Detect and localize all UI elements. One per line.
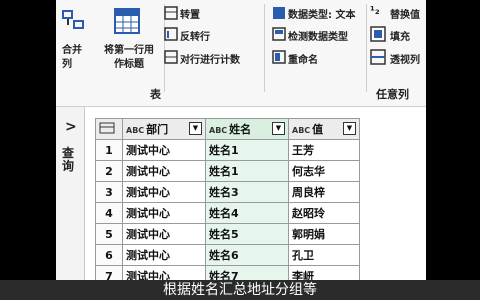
queries-pane[interactable]: > 查询 [56,107,85,280]
ribbon-separator [264,4,265,92]
row-number[interactable]: 3 [95,181,123,203]
cell-value[interactable]: 周良梓 [288,181,360,203]
cell-name[interactable]: 姓名1 [205,160,289,182]
expand-chevron-icon[interactable]: > [65,119,77,135]
cell-dept[interactable]: 测试中心 [122,202,206,224]
reverse-rows-icon [164,27,178,41]
cell-value[interactable]: 王芳 [288,139,360,161]
cell-dept[interactable]: 测试中心 [122,181,206,203]
column-header-dept[interactable]: ABC 部门 ▼ [122,118,206,140]
table-row[interactable]: 3 测试中心 姓名3 周良梓 [95,181,360,203]
replace-values-icon: ¹₂ [370,4,380,17]
row-number[interactable]: 6 [95,244,123,266]
filter-dropdown-icon[interactable]: ▼ [343,122,356,135]
table-row[interactable]: 5 测试中心 姓名5 郭明娟 [95,223,360,245]
column-header-value[interactable]: ABC 值 ▼ [288,118,360,140]
table-header-row: ABC 部门 ▼ ABC 姓名 ▼ ABC 值 ▼ [95,118,360,140]
left-letterbox [0,0,56,300]
cell-value[interactable]: 孔卫 [288,244,360,266]
row-number[interactable]: 5 [95,223,123,245]
cell-name[interactable]: 姓名3 [205,181,289,203]
table-row[interactable]: 7 测试中心 姓名7 李岍 [95,265,360,280]
cell-dept[interactable]: 测试中心 [122,160,206,182]
cell-value[interactable]: 李岍 [288,265,360,280]
table-body: 1 测试中心 姓名1 王芳 2 测试中心 姓名1 何志华 3 测试中心 姓名3 周良梓 4 测试中心 姓名4… [95,139,360,280]
cell-dept[interactable]: 测试中心 [122,265,206,280]
first-row-header-button[interactable]: 将第一行用作标题 [100,44,158,72]
row-number[interactable]: 1 [95,139,123,161]
filter-dropdown-icon[interactable]: ▼ [189,122,202,135]
cell-name[interactable]: 姓名5 [205,223,289,245]
text-type-icon: ABC [209,126,228,135]
filter-dropdown-icon[interactable]: ▼ [272,122,285,135]
detect-data-type-icon [272,27,286,41]
any-column-section-label: 任意列 [376,88,409,101]
ribbon-separator [366,4,367,92]
select-all-corner[interactable] [95,118,123,140]
cell-name[interactable]: 姓名1 [205,139,289,161]
video-caption: 根据姓名汇总地址分组等 [0,280,480,300]
count-rows-button[interactable]: 对行进行计数 [180,51,240,66]
column-header-label: 部门 [146,123,169,136]
ribbon: 合并列 将第一行用作标题 转置 反转行 对行进行计数 数据类型: 文本 检测数据… [56,0,426,107]
replace-values-button[interactable]: 替换值 [390,6,420,21]
row-number[interactable]: 7 [95,265,123,280]
merge-columns-icon [62,10,84,29]
data-type-dropdown[interactable]: 数据类型: 文本 [288,6,355,21]
table-row[interactable]: 6 测试中心 姓名6 孔卫 [95,244,360,266]
cell-name[interactable]: 姓名6 [205,244,289,266]
merge-columns-button[interactable]: 合并列 [62,44,88,72]
pivot-column-button[interactable]: 透视列 [390,51,420,66]
fill-icon [370,26,386,42]
cell-dept[interactable]: 测试中心 [122,139,206,161]
table-header-icon [114,8,140,34]
table-row[interactable]: 1 测试中心 姓名1 王芳 [95,139,360,161]
fill-dropdown[interactable]: 填充 [390,28,410,43]
rename-icon [272,50,286,64]
table-row[interactable]: 4 测试中心 姓名4 赵昭玲 [95,202,360,224]
cell-dept[interactable]: 测试中心 [122,223,206,245]
text-type-icon: ABC [292,126,311,135]
right-letterbox [426,0,480,300]
cell-value[interactable]: 何志华 [288,160,360,182]
pivot-column-icon [370,49,386,65]
data-grid: ABC 部门 ▼ ABC 姓名 ▼ ABC 值 ▼ 1 测试中心 姓名1 王芳 2 测试中心 姓名1 何志… [95,118,426,280]
transpose-button[interactable]: 转置 [180,6,200,21]
text-type-icon: ABC [126,126,145,135]
cell-name[interactable]: 姓名4 [205,202,289,224]
table-menu-icon[interactable] [99,122,115,134]
column-header-name[interactable]: ABC 姓名 ▼ [205,118,289,140]
transpose-icon [164,6,178,20]
row-number[interactable]: 2 [95,160,123,182]
table-row[interactable]: 2 测试中心 姓名1 何志华 [95,160,360,182]
rename-button[interactable]: 重命名 [288,51,318,66]
detect-data-type-button[interactable]: 检测数据类型 [288,28,348,43]
table-section-label: 表 [150,88,161,101]
cell-value[interactable]: 郭明娟 [288,223,360,245]
data-type-icon [273,7,285,19]
count-rows-icon [164,50,178,64]
column-header-label: 值 [312,123,324,136]
column-header-label: 姓名 [229,123,252,136]
cell-value[interactable]: 赵昭玲 [288,202,360,224]
queries-pane-label: 查询 [62,146,75,173]
row-number[interactable]: 4 [95,202,123,224]
cell-dept[interactable]: 测试中心 [122,244,206,266]
cell-name[interactable]: 姓名7 [205,265,289,280]
reverse-rows-button[interactable]: 反转行 [180,28,210,43]
